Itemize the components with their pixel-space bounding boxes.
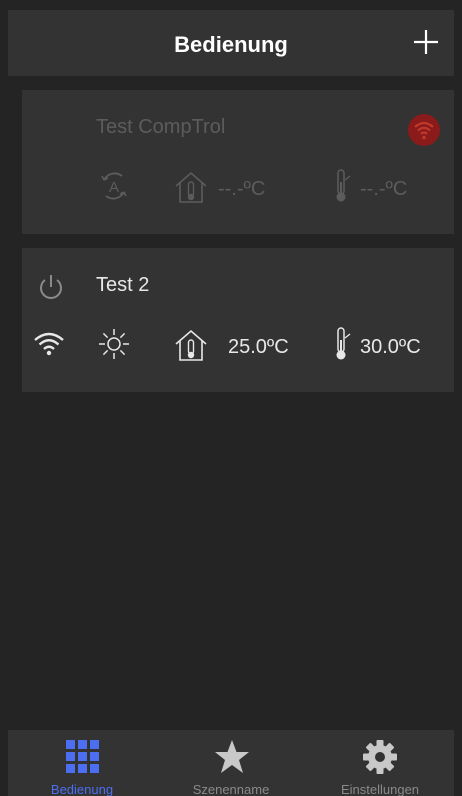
outdoor-thermometer-icon xyxy=(332,166,352,211)
auto-mode-icon: A xyxy=(96,168,132,209)
tab-label: Einstellungen xyxy=(340,782,420,796)
gear-icon xyxy=(361,738,399,781)
house-thermometer-icon xyxy=(172,168,210,211)
outdoor-temperature: 30.0ºC xyxy=(360,336,421,358)
outdoor-thermometer-icon xyxy=(332,324,352,369)
wifi-icon xyxy=(32,328,66,363)
power-icon[interactable] xyxy=(36,272,66,307)
grid-icon xyxy=(66,740,100,779)
star-icon xyxy=(213,738,251,781)
tab-szenenname[interactable]: Szenenname xyxy=(157,730,305,796)
tab-label: Szenenname xyxy=(192,782,270,796)
device-card-test-2[interactable]: Test 2 25.0ºC 30.0ºC xyxy=(22,248,454,392)
indoor-temperature: 25.0ºC xyxy=(228,336,289,358)
tab-bedienung[interactable]: Bedienung xyxy=(8,730,156,796)
navigation-bar: Bedienung xyxy=(8,10,454,76)
indoor-temperature: --.-ºC xyxy=(218,178,266,200)
plus-icon[interactable] xyxy=(408,24,444,60)
house-thermometer-icon xyxy=(172,326,210,369)
svg-text:A: A xyxy=(109,179,119,196)
device-name: Test 2 xyxy=(96,274,150,296)
tab-label: Bedienung xyxy=(50,782,114,796)
outdoor-temperature: --.-ºC xyxy=(360,178,408,200)
app-screen: Bedienung Test CompTrol A --.-ºC --.-ºC … xyxy=(8,10,454,796)
device-name: Test CompTrol xyxy=(96,116,226,138)
page-title: Bedienung xyxy=(174,32,288,57)
device-card-test-comptrol[interactable]: Test CompTrol A --.-ºC --.-ºC xyxy=(22,90,454,234)
tab-einstellungen[interactable]: Einstellungen xyxy=(306,730,454,796)
sun-icon xyxy=(96,326,132,367)
wifi-offline-icon xyxy=(408,114,440,151)
tab-bar: Bedienung Szenenname Einstellungen xyxy=(8,730,454,796)
